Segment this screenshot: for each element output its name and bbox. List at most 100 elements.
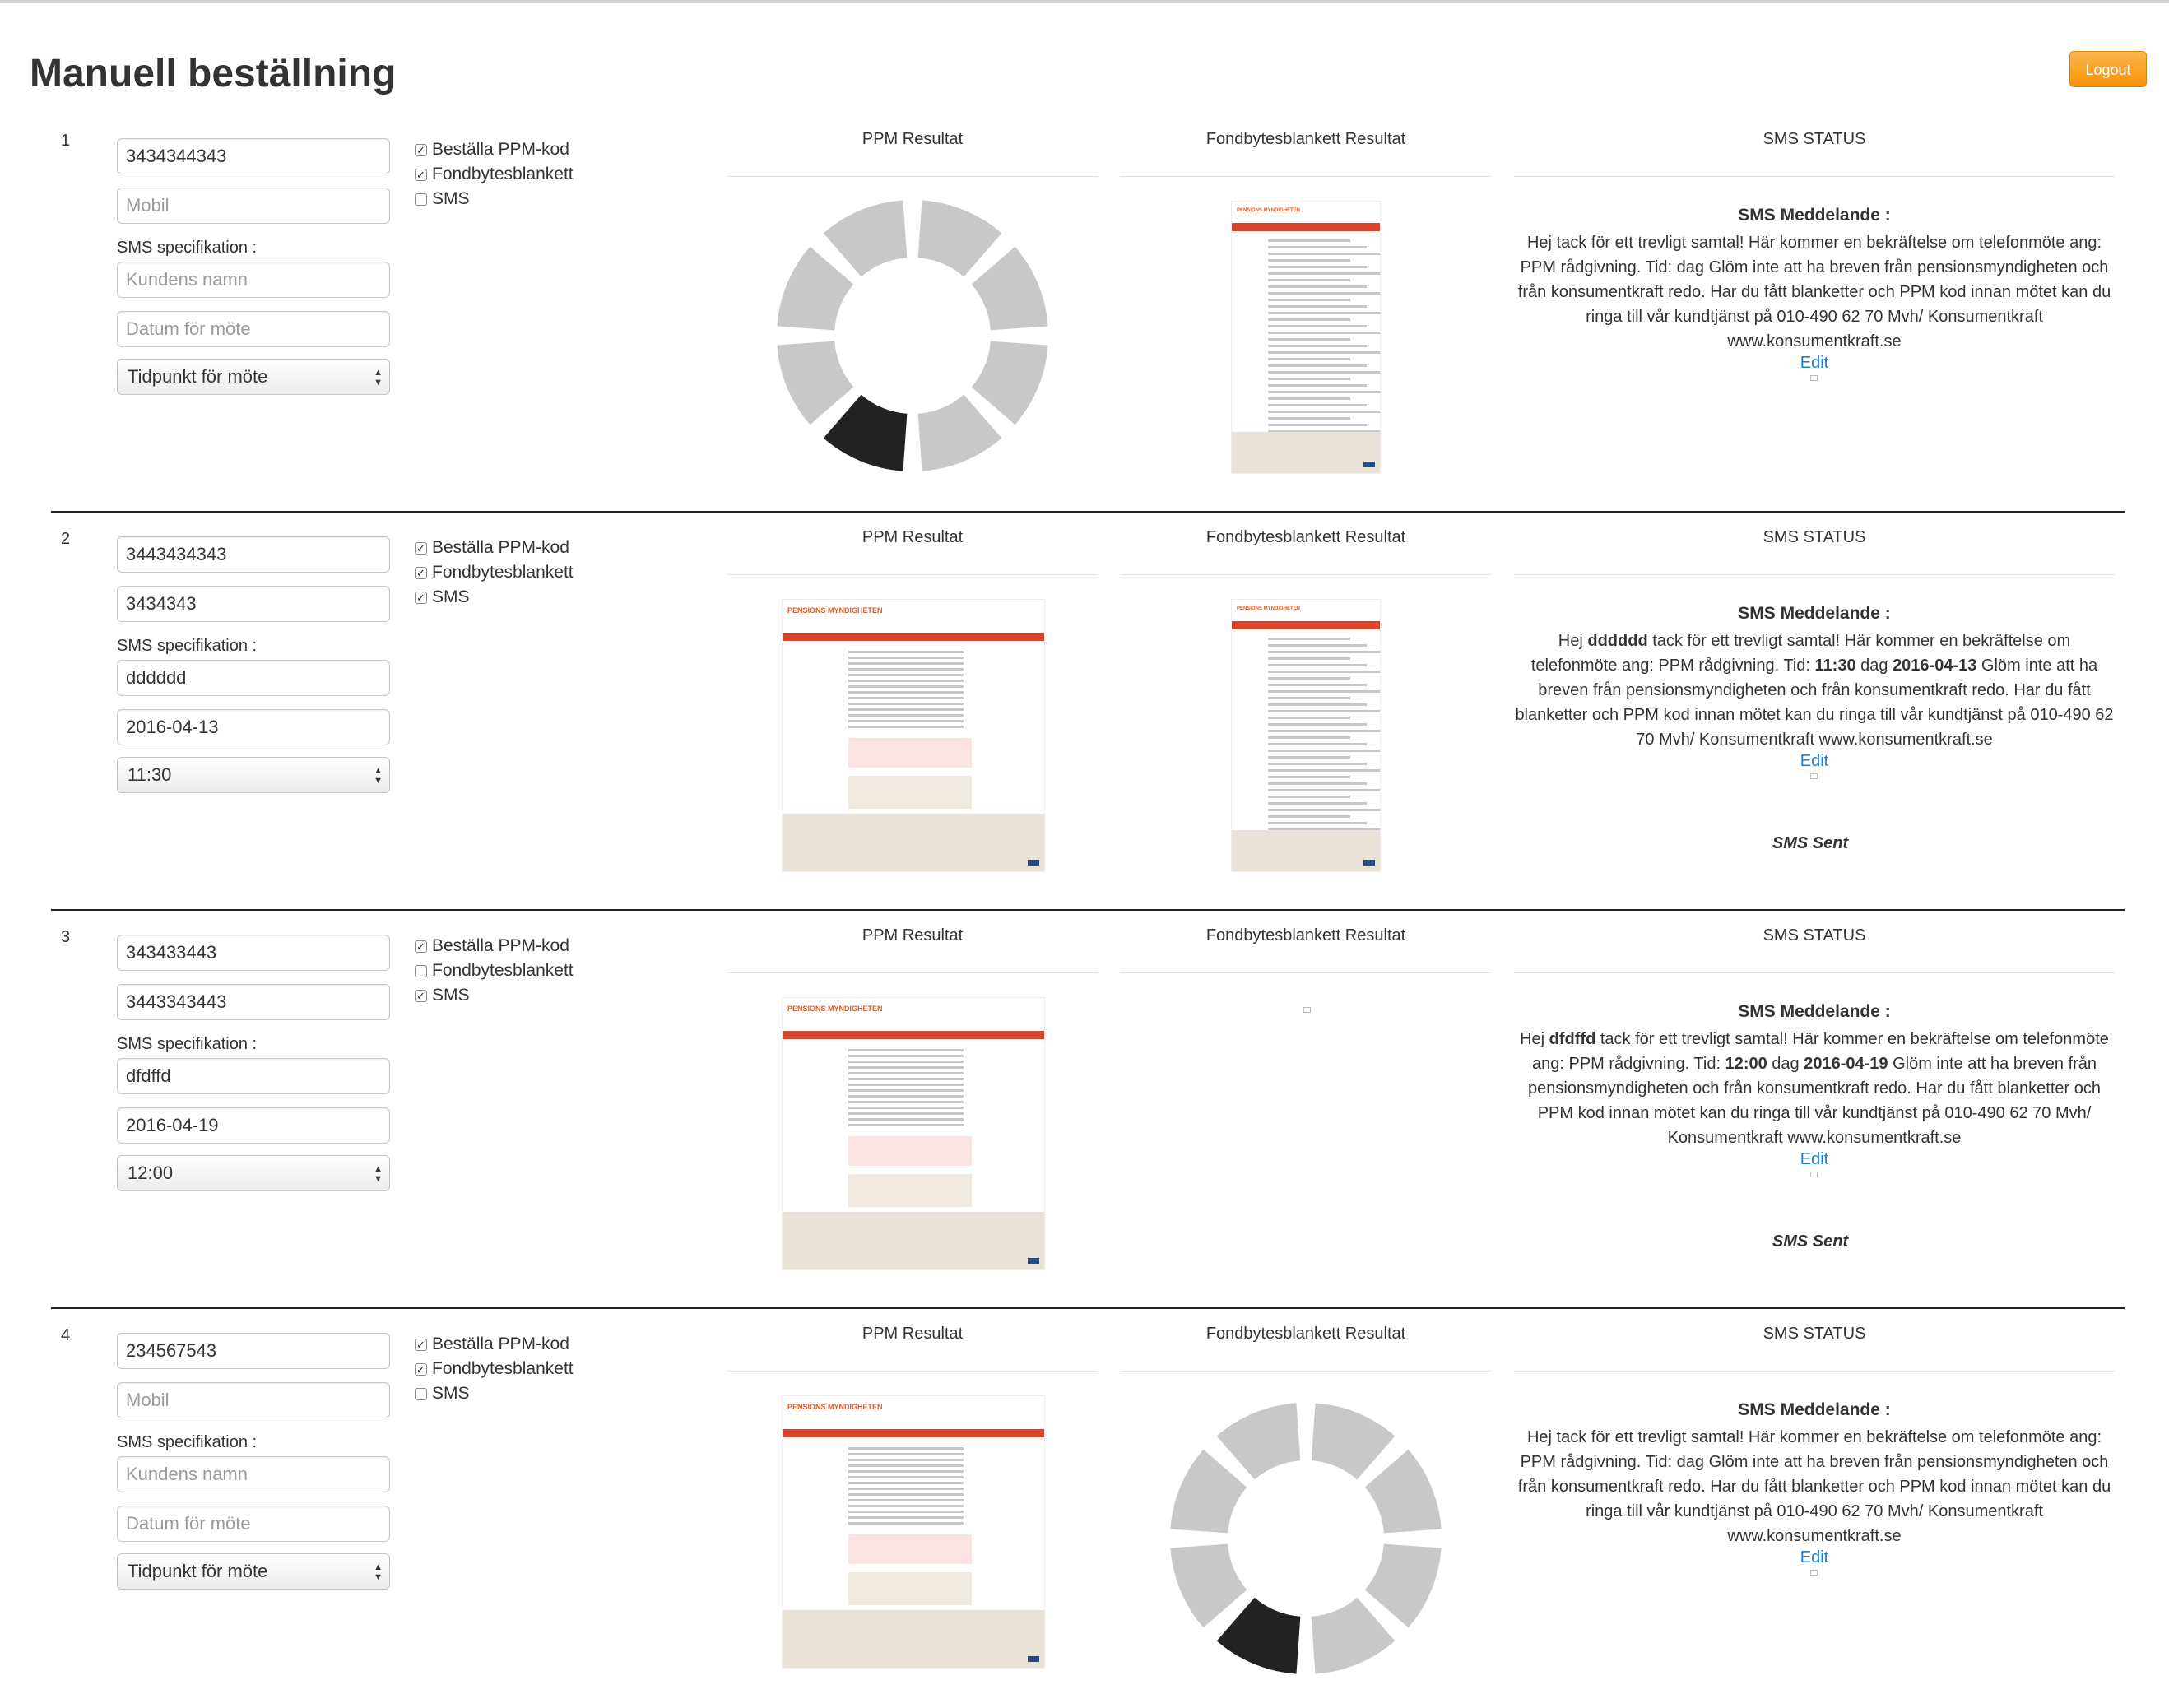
- meeting-time-select[interactable]: Tidpunkt för möte ▲ ▼: [117, 359, 390, 395]
- checkbox-box[interactable]: [415, 1387, 427, 1400]
- checkbox-box[interactable]: ✓: [415, 989, 427, 1002]
- thumb-text-line: [848, 1482, 964, 1484]
- order-ppm-checkbox[interactable]: ✓ Beställa PPM-kod: [415, 140, 569, 160]
- checkbox-box[interactable]: ✓: [415, 1362, 427, 1376]
- ppm-result-document[interactable]: PENSIONS MYNDIGHETEN: [782, 1395, 1045, 1669]
- thumb-text-line: [1268, 417, 1350, 420]
- meeting-time-select[interactable]: Tidpunkt för möte ▲ ▼: [117, 1553, 390, 1590]
- order-fond-checkbox[interactable]: Fondbytesblankett: [415, 961, 574, 981]
- meeting-time-value: Tidpunkt för möte: [128, 366, 268, 387]
- order-ppm-checkbox[interactable]: ✓ Beställa PPM-kod: [415, 538, 569, 558]
- customer-name-input[interactable]: dfdffd: [117, 1058, 390, 1094]
- spinner-segment: [1216, 1403, 1301, 1480]
- thumb-text-line: [848, 1493, 964, 1496]
- meeting-date-input[interactable]: Datum för möte: [117, 311, 390, 347]
- checkbox-box[interactable]: ✓: [415, 940, 427, 953]
- meeting-date-input[interactable]: 2016-04-19: [117, 1107, 390, 1144]
- checkbox-label: Fondbytesblankett: [432, 961, 574, 980]
- thumb-text-line: [848, 708, 964, 711]
- sms-text-part: dfdffd: [1549, 1030, 1596, 1048]
- meeting-date-input[interactable]: Datum för möte: [117, 1506, 390, 1542]
- thumb-text-line: [848, 674, 964, 676]
- fondbyte-result-document[interactable]: PENSIONS MYNDIGHETEN: [1231, 201, 1381, 474]
- order-ppm-checkbox[interactable]: ✓ Beställa PPM-kod: [415, 1334, 569, 1354]
- spinner-segment: [823, 200, 908, 277]
- meeting-time-select[interactable]: 12:00 ▲ ▼: [117, 1155, 390, 1191]
- thumb-error-box: [848, 738, 972, 768]
- customer-name-input[interactable]: Kundens namn: [117, 1456, 390, 1492]
- thumb-button: [1363, 860, 1375, 866]
- edit-sms-link[interactable]: Edit: [1514, 354, 2115, 373]
- sms-text-part: Hej: [1520, 1030, 1549, 1048]
- thumb-error-box: [848, 1136, 972, 1166]
- thumb-text-line: [1268, 384, 1367, 387]
- thumb-text-line: [848, 1516, 964, 1519]
- personnummer-input[interactable]: 234567543: [117, 1333, 390, 1369]
- meeting-date-input[interactable]: 2016-04-13: [117, 709, 390, 745]
- thumb-nav-bar: [783, 633, 1044, 641]
- thumb-text-line: [848, 1112, 964, 1115]
- mobile-input[interactable]: Mobil: [117, 188, 390, 224]
- mobile-input[interactable]: 3443343443: [117, 984, 390, 1020]
- thumb-footer: [1232, 432, 1380, 473]
- mobile-input[interactable]: 3434343: [117, 586, 390, 622]
- thumb-form-box: [848, 1572, 972, 1605]
- thumb-text-line: [848, 1447, 964, 1450]
- personnummer-input[interactable]: 3434344343: [117, 138, 390, 174]
- thumb-footer: [1232, 830, 1380, 871]
- order-sms-checkbox[interactable]: SMS: [415, 1384, 470, 1404]
- pensionsmyndigheten-logo: PENSIONS MYNDIGHETEN: [1237, 208, 1301, 213]
- thumb-button: [1028, 1258, 1039, 1264]
- edit-sms-link[interactable]: Edit: [1514, 752, 2115, 771]
- ppm-result-document[interactable]: PENSIONS MYNDIGHETEN: [782, 997, 1045, 1270]
- checkbox-box[interactable]: [415, 964, 427, 977]
- checkbox-box[interactable]: ✓: [415, 143, 427, 156]
- checkbox-box[interactable]: ✓: [415, 168, 427, 181]
- thumb-text-line: [1268, 743, 1367, 745]
- personnummer-input[interactable]: 343433443: [117, 935, 390, 971]
- thumb-button: [1028, 860, 1039, 866]
- thumb-text-line: [1268, 285, 1367, 288]
- personnummer-input[interactable]: 3443434343: [117, 536, 390, 573]
- meeting-time-select[interactable]: 11:30 ▲ ▼: [117, 757, 390, 793]
- ppm-result-document[interactable]: PENSIONS MYNDIGHETEN: [782, 599, 1045, 872]
- sms-spec-label: SMS specifikation :: [117, 1433, 258, 1451]
- order-sms-checkbox[interactable]: ✓ SMS: [415, 986, 470, 1005]
- sms-message-text: Hej dfdffd tack för ett trevligt samtal!…: [1514, 1027, 2115, 1150]
- logout-button[interactable]: Logout: [2069, 51, 2147, 87]
- fond-result-heading: Fondbytesblankett Resultat: [1205, 926, 1406, 945]
- sms-text-part: dag: [1767, 1055, 1804, 1073]
- order-fond-checkbox[interactable]: ✓ Fondbytesblankett: [415, 165, 574, 184]
- thumb-text-line: [1268, 332, 1380, 334]
- column-divider: [727, 972, 1098, 973]
- checkbox-label: Fondbytesblankett: [432, 1359, 574, 1378]
- customer-name-input[interactable]: dddddd: [117, 660, 390, 696]
- checkbox-box[interactable]: ✓: [415, 591, 427, 604]
- order-sms-checkbox[interactable]: ✓ SMS: [415, 587, 470, 607]
- row-number: 3: [61, 928, 71, 946]
- order-sms-checkbox[interactable]: SMS: [415, 189, 470, 209]
- order-fond-checkbox[interactable]: ✓ Fondbytesblankett: [415, 1359, 574, 1379]
- thumb-text-line: [1268, 730, 1380, 732]
- ppm-result-heading: PPM Resultat: [862, 130, 964, 148]
- thumb-text-line: [848, 657, 964, 659]
- spinner-segment: [777, 246, 854, 331]
- fondbyte-result-document[interactable]: PENSIONS MYNDIGHETEN: [1231, 599, 1381, 872]
- checkbox-box[interactable]: ✓: [415, 566, 427, 579]
- order-fond-checkbox[interactable]: ✓ Fondbytesblankett: [415, 563, 574, 582]
- edit-sms-link[interactable]: Edit: [1514, 1150, 2115, 1169]
- edit-sms-link[interactable]: Edit: [1514, 1548, 2115, 1567]
- thumb-text-line: [1268, 802, 1367, 805]
- customer-name-input[interactable]: Kundens namn: [117, 262, 390, 298]
- order-row: 4 234567543 Mobil SMS specifikation : Kunden…: [0, 1310, 2169, 1708]
- checkbox-box[interactable]: [415, 193, 427, 206]
- thumb-form-box: [848, 1174, 972, 1207]
- thumb-text-line: [848, 1055, 964, 1057]
- checkbox-label: SMS: [432, 189, 470, 208]
- order-ppm-checkbox[interactable]: ✓ Beställa PPM-kod: [415, 936, 569, 956]
- mobile-input[interactable]: Mobil: [117, 1382, 390, 1418]
- checkbox-box[interactable]: ✓: [415, 1338, 427, 1351]
- checkbox-box[interactable]: ✓: [415, 541, 427, 555]
- thumb-text-line: [848, 720, 964, 722]
- sms-text-part: 12:00: [1725, 1055, 1767, 1073]
